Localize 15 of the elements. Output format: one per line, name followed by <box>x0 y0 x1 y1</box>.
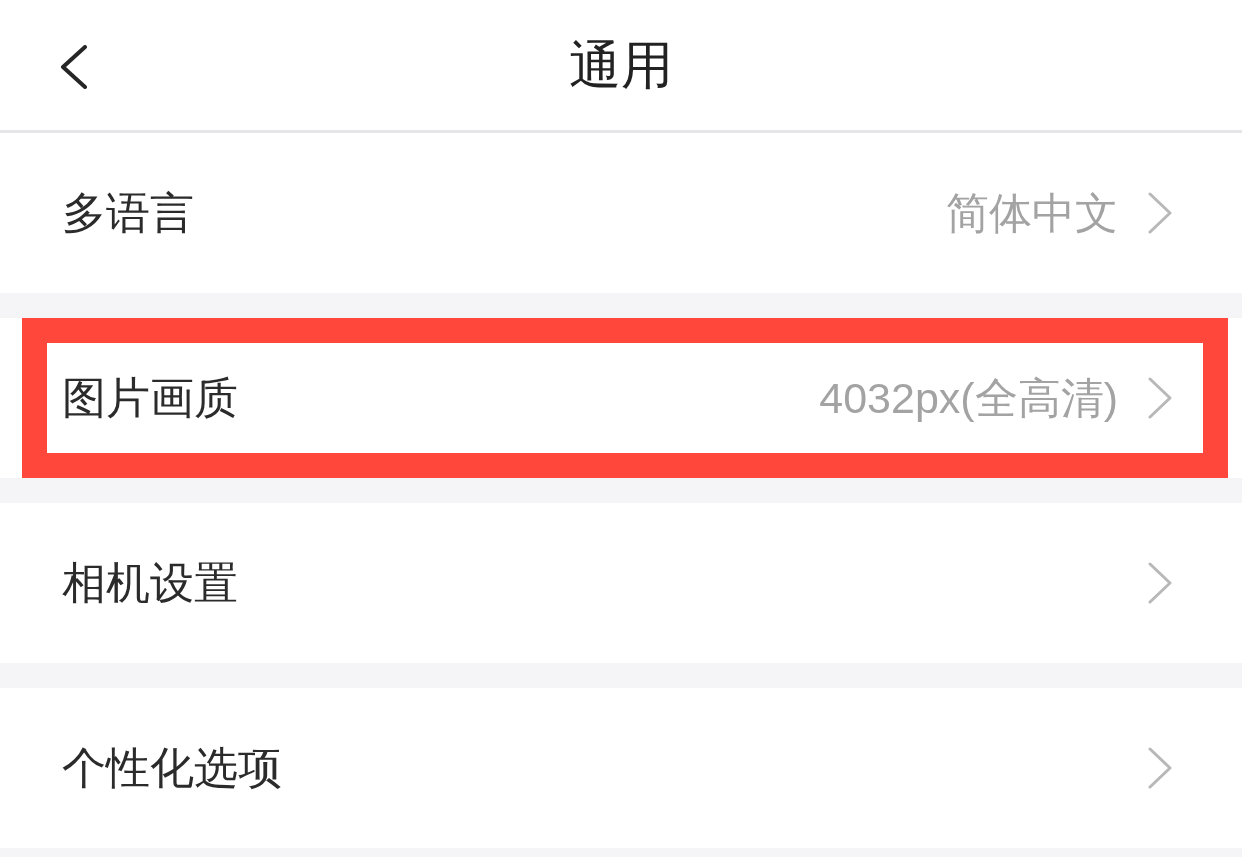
setting-label: 相机设置 <box>62 561 238 605</box>
chevron-right-icon <box>1148 747 1172 789</box>
chevron-left-icon <box>60 45 88 89</box>
settings-row[interactable]: 多语言 简体中文 <box>0 133 1242 293</box>
chevron-right-icon <box>1148 192 1172 234</box>
page-title: 通用 <box>569 39 673 91</box>
setting-label: 图片画质 <box>62 376 238 420</box>
chevron-right-icon <box>1148 377 1172 419</box>
setting-value: 简体中文 <box>946 191 1118 235</box>
setting-label: 多语言 <box>62 191 194 235</box>
settings-row[interactable]: 个性化选项 <box>0 688 1242 848</box>
settings-row[interactable]: 相机设置 <box>0 503 1242 663</box>
setting-label: 个性化选项 <box>62 746 282 790</box>
chevron-right-icon <box>1148 562 1172 604</box>
setting-value: 4032px(全高清) <box>819 376 1118 420</box>
